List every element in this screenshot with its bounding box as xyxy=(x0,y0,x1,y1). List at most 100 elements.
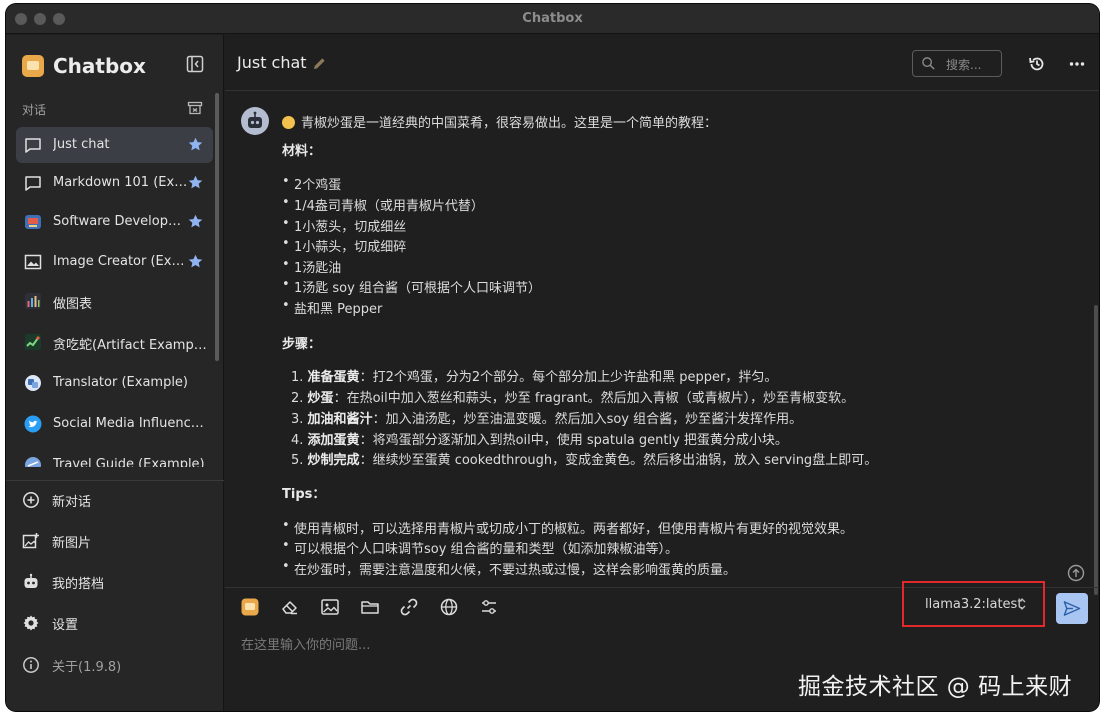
message-input[interactable]: 在这里输入你的问题... xyxy=(241,634,370,653)
step-text: ：加入油汤匙，炒至油温变暖。然后加入soy 组合酱，炒至酱汁发挥作用。 xyxy=(372,412,803,427)
search-placeholder: 搜索... xyxy=(946,58,982,72)
session-item-software-developer[interactable]: Software Developer (Example) xyxy=(16,204,213,240)
star-icon[interactable] xyxy=(187,136,204,153)
session-label: 贪吃蛇(Artifact Example) xyxy=(53,338,209,353)
eraser-icon[interactable] xyxy=(280,597,300,617)
link-icon[interactable] xyxy=(399,597,419,617)
tip-item: 使用青椒时，可以选择用青椒片或切成小丁的椒粒。两者都好，但使用青椒片有更好的视觉… xyxy=(282,518,853,537)
brand: Chatbox xyxy=(22,51,146,81)
collapse-sidebar-icon[interactable] xyxy=(186,55,204,73)
settings-label: 设置 xyxy=(52,617,79,633)
pencil-icon[interactable] xyxy=(312,56,327,71)
robot-icon xyxy=(24,573,38,588)
chat-title[interactable]: Just chat xyxy=(237,53,307,72)
scroll-up-icon[interactable] xyxy=(1067,564,1085,582)
tip-item: 可以根据个人口味调节soy 组合酱的量和类型（如添加辣椒油等）。 xyxy=(282,538,678,557)
my-copilots-label: 我的搭档 xyxy=(52,576,105,592)
step-text: ：在热oil中加入葱丝和蒜头，炒至 fragrant。然后加入青椒（或青椒片），… xyxy=(333,391,855,406)
chevron-up-down-icon xyxy=(1018,598,1026,610)
star-icon[interactable] xyxy=(187,174,204,191)
composer: llama3.2:latest 在这里输入你的问题... 掘金技术社区 @ 码上… xyxy=(225,581,1099,711)
step-title: 加油和酱汁 xyxy=(307,412,373,427)
session-label: Social Media Influencer (Example) xyxy=(53,416,209,431)
image-upload-icon[interactable] xyxy=(320,597,340,617)
robot-icon xyxy=(248,111,262,128)
brand-name: Chatbox xyxy=(53,54,146,78)
model-selector[interactable]: llama3.2:latest xyxy=(902,581,1045,627)
step-text: ：继续炒至蛋黄 cookedthrough，变成金黄色。然后移出油锅，放入 se… xyxy=(359,453,878,468)
sidebar: Chatbox 对话 Just chat Markdown 101 (Exa S… xyxy=(6,35,224,711)
image-icon xyxy=(24,254,42,270)
session-item-markdown-101[interactable]: Markdown 101 (Example) xyxy=(16,165,213,201)
assistant-avatar xyxy=(241,107,269,135)
about-button[interactable]: 关于(1.9.8) xyxy=(22,653,121,677)
step-number: 5. xyxy=(291,453,304,468)
ingredient-item: 1小葱头，切成细丝 xyxy=(282,216,406,235)
tips-heading: Tips： xyxy=(282,487,326,502)
globe-icon[interactable] xyxy=(439,597,459,617)
steps-heading: 步骤： xyxy=(282,337,322,352)
session-item-just-chat[interactable]: Just chat xyxy=(16,127,213,163)
step-item: 3. 加油和酱汁：加入油汤匙，炒至油温变暖。然后加入soy 组合酱，炒至酱汁发挥… xyxy=(291,408,802,427)
step-item: 2. 炒蛋：在热oil中加入葱丝和蒜头，炒至 fragrant。然后加入青椒（或… xyxy=(291,387,854,406)
chat-bubble-icon xyxy=(25,176,41,191)
ingredient-item: 1小蒜头，切成细碎 xyxy=(282,236,406,255)
session-item-image-creator[interactable]: Image Creator (Example) xyxy=(16,244,213,280)
step-number: 2. xyxy=(291,391,304,406)
ingredient-item: 1汤匙油 xyxy=(282,257,341,276)
intro-text: 青椒炒蛋是一道经典的中国菜肴，很容易做出。这里是一个简单的教程： xyxy=(301,116,718,131)
session-label: Just chat xyxy=(53,137,110,152)
main-panel: Just chat 搜索... 青椒炒蛋是一道经典的中国菜肴，很容易做出。这里是… xyxy=(225,35,1099,711)
snake-avatar-icon xyxy=(25,334,41,350)
star-icon[interactable] xyxy=(187,213,204,230)
about-label: 关于(1.9.8) xyxy=(52,659,122,675)
new-chat-label: 新对话 xyxy=(52,494,92,510)
session-item-travel-guide[interactable]: Travel Guide (Example) xyxy=(16,447,213,467)
chart-avatar-icon xyxy=(25,293,41,309)
copilot-icon[interactable] xyxy=(240,597,260,617)
step-item: 5. 炒制完成：继续炒至蛋黄 cookedthrough，变成金黄色。然后移出油… xyxy=(291,449,877,468)
session-item-chart[interactable]: 做图表 xyxy=(16,283,213,319)
new-chat-button[interactable]: 新对话 xyxy=(22,488,91,512)
section-label-conversations: 对话 xyxy=(22,103,47,117)
gear-icon xyxy=(23,615,39,631)
session-label: Image Creator (Example) xyxy=(53,254,188,269)
sidebar-divider xyxy=(6,480,224,481)
session-label: Markdown 101 (Example) xyxy=(53,175,188,190)
ingredient-item: 盐和黑 Pepper xyxy=(282,298,382,317)
search-input[interactable]: 搜索... xyxy=(912,50,1002,77)
settings-button[interactable]: 设置 xyxy=(22,611,78,635)
step-item: 4. 添加蛋黄：将鸡蛋部分逐渐加入到热oil中，使用 spatula gentl… xyxy=(291,429,788,448)
step-number: 1. xyxy=(291,370,304,385)
step-item: 1. 准备蛋黄：打2个鸡蛋，分为2个部分。每个部分加上少许盐和黑 pepper，… xyxy=(291,366,777,385)
more-options-icon[interactable] xyxy=(1067,54,1087,74)
travel-avatar-icon xyxy=(25,457,41,467)
chat-bubble-icon xyxy=(25,138,41,153)
sidebar-scrollbar[interactable] xyxy=(215,93,219,361)
send-icon xyxy=(1063,601,1081,616)
settings-sliders-icon[interactable] xyxy=(479,597,499,617)
clear-conversations-icon[interactable] xyxy=(187,100,203,116)
my-copilots-button[interactable]: 我的搭档 xyxy=(22,570,104,594)
ingredients-heading: 材料： xyxy=(282,144,322,159)
message-intro: 青椒炒蛋是一道经典的中国菜肴，很容易做出。这里是一个简单的教程： xyxy=(282,112,717,131)
session-label: Translator (Example) xyxy=(53,375,189,390)
star-icon[interactable] xyxy=(187,253,204,270)
new-image-button[interactable]: 新图片 xyxy=(22,529,91,553)
history-icon[interactable] xyxy=(1027,54,1047,74)
session-item-translator[interactable]: Translator (Example) xyxy=(16,365,213,401)
message-scrollbar[interactable] xyxy=(1094,305,1098,595)
watermark: 掘金技术社区 @ 码上来财 xyxy=(798,674,1073,700)
folder-icon[interactable] xyxy=(360,597,380,617)
step-title: 炒蛋 xyxy=(307,391,334,406)
chatbox-logo-icon xyxy=(22,55,44,77)
window-title: Chatbox xyxy=(522,11,583,26)
model-name: llama3.2:latest xyxy=(925,597,1023,612)
add-image-icon xyxy=(22,533,39,549)
app-window: Chatbox Chatbox 对话 Just chat Markdown 10… xyxy=(6,4,1099,711)
session-list: Just chat Markdown 101 (Example) xyxy=(16,127,213,467)
step-number: 3. xyxy=(291,412,304,427)
session-item-snake[interactable]: 贪吃蛇(Artifact Example) xyxy=(16,324,213,360)
session-item-social-media[interactable]: Social Media Influencer (Example) xyxy=(16,406,213,442)
send-button[interactable] xyxy=(1056,593,1088,624)
